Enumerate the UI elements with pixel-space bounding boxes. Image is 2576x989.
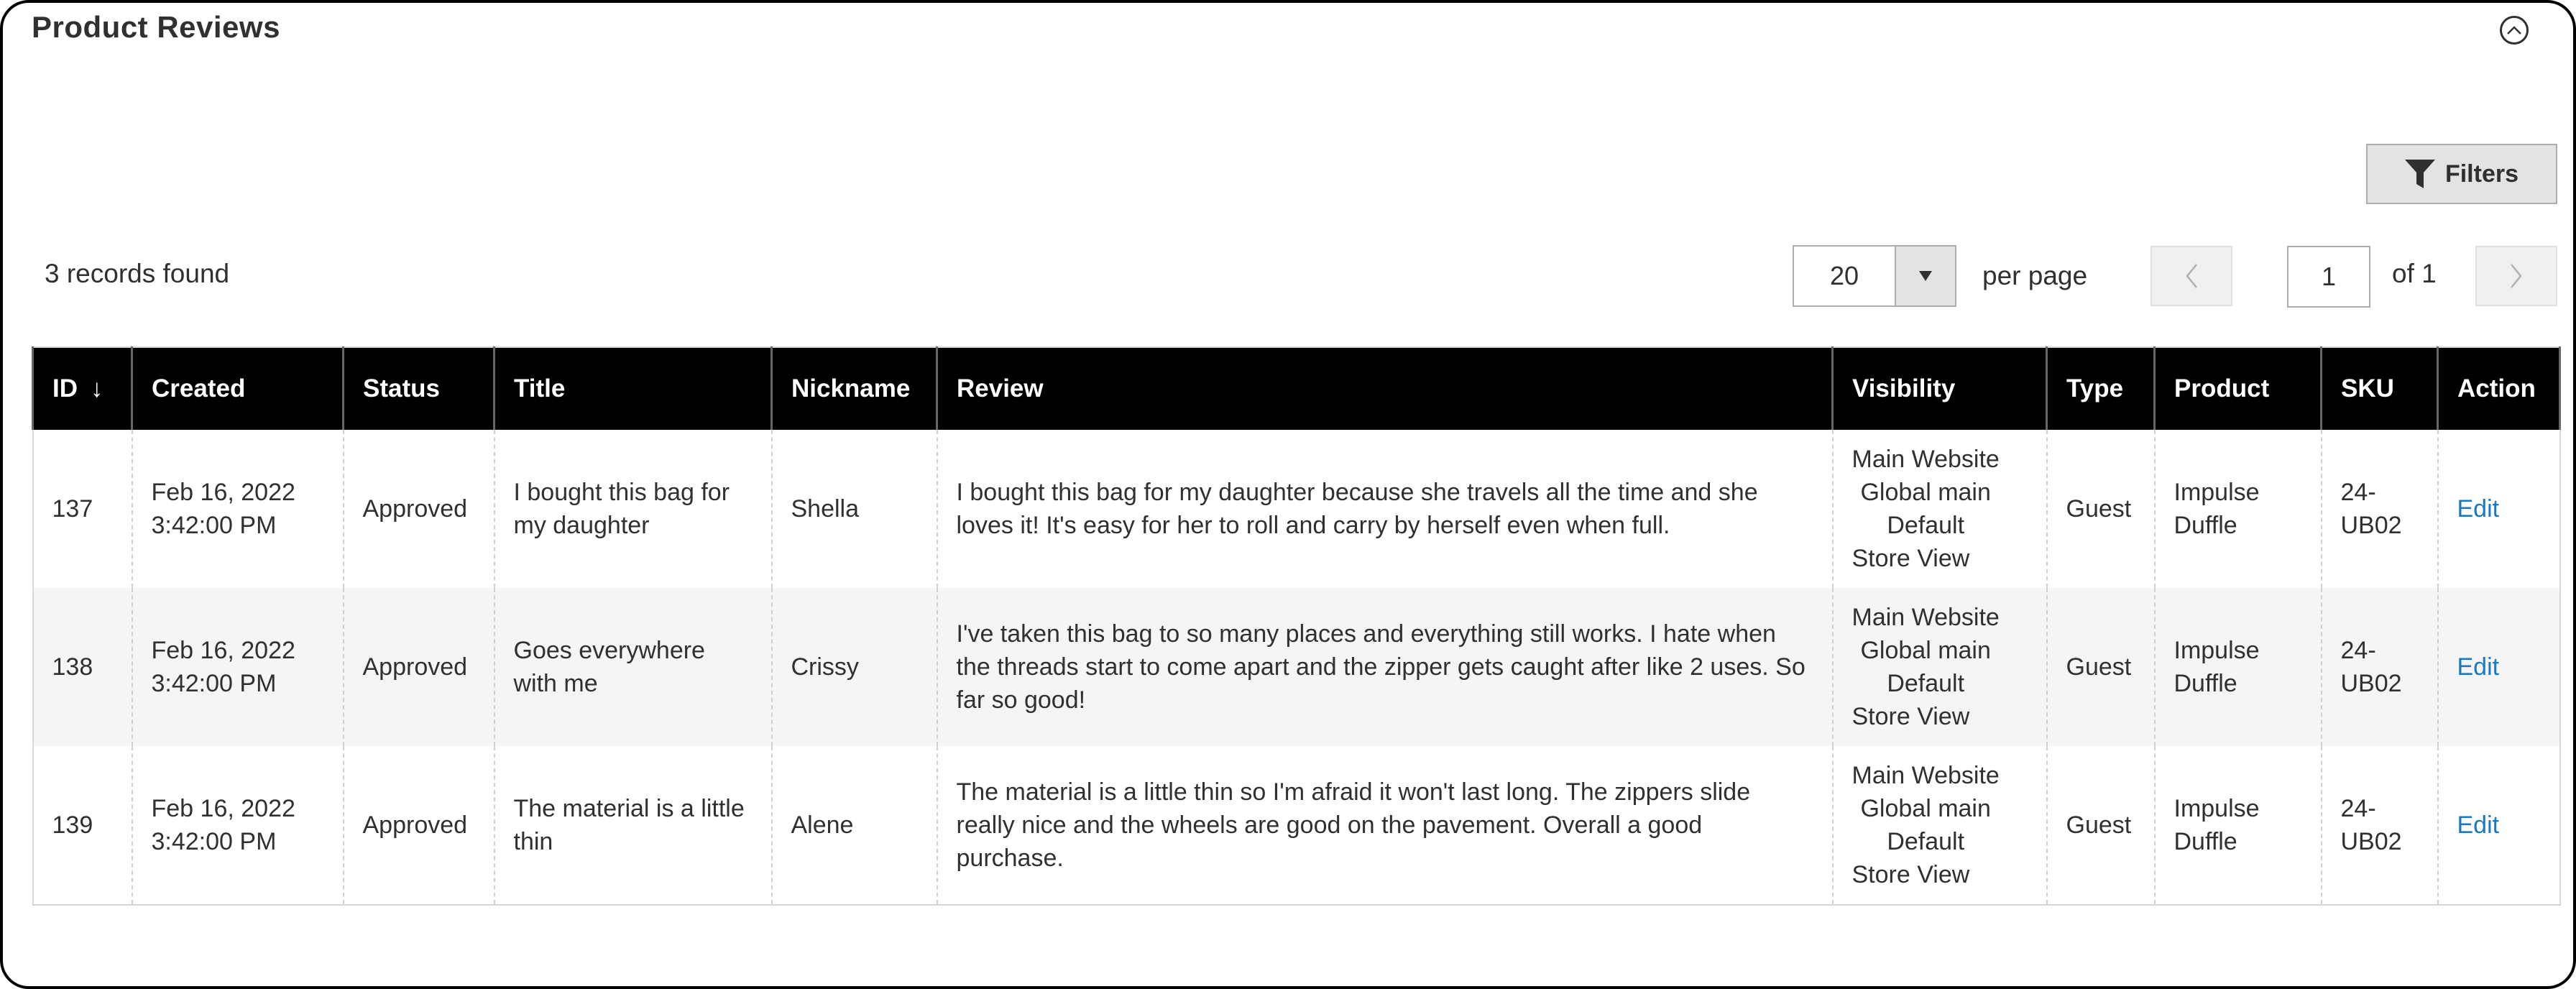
cell-action: Edit (2437, 588, 2561, 746)
table-row[interactable]: 139 Feb 16, 2022 3:42:00 PM Approved The … (32, 746, 2561, 905)
cell-action: Edit (2437, 430, 2561, 588)
cell-product: Impulse Duffle (2153, 746, 2322, 905)
cell-action: Edit (2437, 746, 2561, 905)
column-header-nickname[interactable]: Nickname (770, 347, 938, 430)
column-header-visibility[interactable]: Visibility (1831, 347, 2048, 430)
per-page-select[interactable]: 20 (1793, 245, 1956, 307)
cell-title: Goes everywhere with me (493, 588, 773, 746)
table-row[interactable]: 138 Feb 16, 2022 3:42:00 PM Approved Goes… (32, 588, 2561, 746)
panel-title: Product Reviews (32, 10, 280, 44)
cell-status: Approved (342, 746, 495, 905)
cell-title: The material is a little thin (493, 746, 773, 905)
cell-product: Impulse Duffle (2153, 588, 2322, 746)
cell-nickname: Crissy (770, 588, 938, 746)
cell-visibility: Main Website Global main Default Store View (1831, 430, 2048, 588)
cell-status: Approved (342, 588, 495, 746)
per-page-dropdown-toggle[interactable] (1895, 247, 1955, 305)
funnel-icon (2404, 160, 2435, 188)
caret-down-icon (1919, 271, 1932, 281)
cell-created: Feb 16, 2022 3:42:00 PM (131, 746, 344, 905)
chevron-up-icon (2507, 26, 2521, 34)
previous-page-button[interactable] (2150, 246, 2232, 306)
cell-created: Feb 16, 2022 3:42:00 PM (131, 588, 344, 746)
column-header-id[interactable]: ID ↓ (32, 347, 133, 430)
filters-label: Filters (2444, 160, 2519, 188)
cell-visibility: Main Website Global main Default Store View (1831, 746, 2048, 905)
cell-status: Approved (342, 430, 495, 588)
reviews-grid: ID ↓ Created Status Title Nickname Review… (32, 346, 2561, 906)
column-header-sku[interactable]: SKU (2320, 347, 2439, 430)
cell-visibility: Main Website Global main Default Store View (1831, 588, 2048, 746)
product-reviews-panel: Product Reviews Filters 3 records found … (0, 0, 2576, 989)
cell-id: 138 (32, 588, 133, 746)
table-row[interactable]: 137 Feb 16, 2022 3:42:00 PM Approved I bo… (32, 430, 2561, 588)
next-page-button[interactable] (2475, 246, 2557, 306)
chevron-right-icon (2511, 264, 2522, 288)
edit-link[interactable]: Edit (2457, 495, 2500, 523)
edit-link[interactable]: Edit (2457, 653, 2500, 681)
cell-title: I bought this bag for my daughter (493, 430, 773, 588)
column-header-created[interactable]: Created (131, 347, 344, 430)
cell-nickname: Alene (770, 746, 938, 905)
cell-sku: 24-UB02 (2320, 588, 2439, 746)
page-total: of 1 (2392, 259, 2437, 288)
collapse-button[interactable] (2500, 16, 2529, 45)
column-header-action: Action (2437, 347, 2561, 430)
column-header-product[interactable]: Product (2153, 347, 2322, 430)
column-header-title[interactable]: Title (493, 347, 773, 430)
cell-id: 137 (32, 430, 133, 588)
cell-nickname: Shella (770, 430, 938, 588)
cell-review: I've taken this bag to so many places an… (936, 588, 1834, 746)
edit-link[interactable]: Edit (2457, 811, 2500, 839)
column-header-review[interactable]: Review (936, 347, 1834, 430)
cell-type: Guest (2046, 746, 2156, 905)
grid-header-row: ID ↓ Created Status Title Nickname Review… (32, 347, 2561, 430)
cell-review: I bought this bag for my daughter becaus… (936, 430, 1834, 588)
cell-type: Guest (2046, 588, 2156, 746)
current-page-input[interactable]: 1 (2287, 246, 2370, 308)
chevron-left-icon (2186, 264, 2197, 288)
per-page-control: 20 per page (1793, 244, 2087, 308)
column-header-status[interactable]: Status (342, 347, 495, 430)
cell-product: Impulse Duffle (2153, 430, 2322, 588)
per-page-value[interactable]: 20 (1794, 247, 1895, 305)
cell-created: Feb 16, 2022 3:42:00 PM (131, 430, 344, 588)
records-found: 3 records found (45, 259, 230, 288)
cell-type: Guest (2046, 430, 2156, 588)
per-page-label: per page (1982, 261, 2088, 290)
sort-descending-icon: ↓ (91, 374, 104, 402)
cell-sku: 24-UB02 (2320, 430, 2439, 588)
cell-review: The material is a little thin so I'm afr… (936, 746, 1834, 905)
cell-id: 139 (32, 746, 133, 905)
column-header-type[interactable]: Type (2046, 347, 2156, 430)
cell-sku: 24-UB02 (2320, 746, 2439, 905)
filters-button[interactable]: Filters (2366, 144, 2557, 204)
